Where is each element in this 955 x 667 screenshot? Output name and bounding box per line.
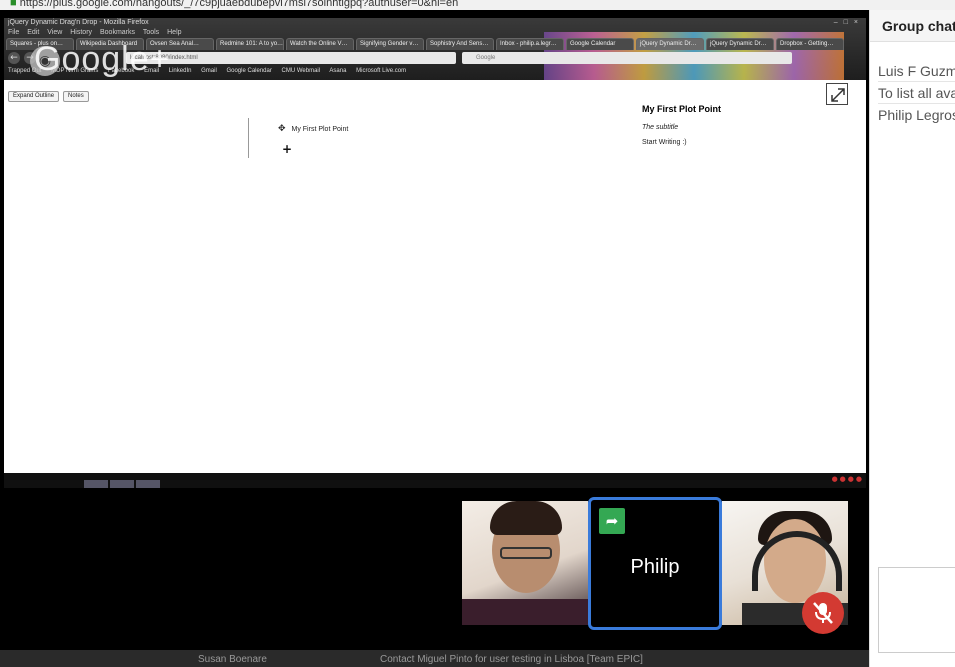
expand-icon <box>831 88 845 102</box>
taskbar-thumbnail <box>84 480 108 488</box>
participant-shirt <box>462 599 588 625</box>
host-url-text: https://plus.google.com/hangouts/_/7c9pj… <box>19 0 459 9</box>
shared-tab: Sophistry And Sens… <box>426 38 494 50</box>
menu-bookmarks: Bookmarks <box>99 29 135 36</box>
shared-window-title-text: jQuery Dynamic Drag'n Drop - Mozilla Fir… <box>8 19 149 26</box>
shared-tab: Watch the Online V… <box>286 38 354 50</box>
shared-tab: Google Calendar <box>566 38 634 50</box>
menu-history: History <box>70 29 93 36</box>
shared-tab: jQuery Dynamic Dr… <box>706 38 774 50</box>
expand-outline-button: Expand Outline <box>8 91 60 102</box>
shared-menu-bar: File Edit View History Bookmarks Tools H… <box>8 29 188 38</box>
plot-point-detail: My First Plot Point The subtitle Start W… <box>642 104 842 146</box>
bookmark-item: LinkedIn <box>168 68 192 74</box>
shared-tab: Dropbox - Getting… <box>776 38 844 50</box>
menu-view: View <box>47 29 63 36</box>
chat-message-list: Luis F Guzman To list all available Phil… <box>878 60 955 126</box>
participant-name: Philip <box>630 556 680 578</box>
add-plot-point-icon: + <box>282 142 293 156</box>
shared-tab-active: jQuery Dynamic Dr… <box>636 38 704 50</box>
detail-title: My First Plot Point <box>642 104 722 114</box>
host-bottom-name: Susan Boenare <box>198 654 267 665</box>
chat-message: Luis F Guzman <box>878 60 955 82</box>
bookmark-item: Google Calendar <box>226 68 272 74</box>
window-controls-icon: –□× <box>833 19 864 26</box>
notes-button: Notes <box>63 91 89 102</box>
participant-glasses <box>500 547 552 559</box>
shared-tab: Redmine 101: A to yo… <box>216 38 284 50</box>
mic-muted-badge <box>802 592 844 634</box>
plot-point-item: ✥ My First Plot Point <box>278 124 348 134</box>
shared-tab: Signifying Gender v… <box>356 38 424 50</box>
shared-search-field: Google <box>462 52 792 64</box>
group-chat-panel: Group chat Luis F Guzman To list all ava… <box>869 10 955 667</box>
plot-point-label: My First Plot Point <box>291 126 349 133</box>
google-plus-watermark: Google+ <box>34 40 171 78</box>
participant-hair <box>490 501 562 535</box>
shared-screen: jQuery Dynamic Drag'n Drop - Mozilla Fir… <box>4 18 866 488</box>
fullscreen-button[interactable] <box>826 83 848 105</box>
back-arrow-icon: ← <box>8 52 20 64</box>
hangout-screen: ■ https://plus.google.com/hangouts/_/7c9… <box>0 0 955 667</box>
chat-message: To list all available <box>878 82 955 104</box>
shared-url-field: localhost:8080/index.html <box>126 52 456 64</box>
menu-tools: Tools <box>142 29 160 36</box>
chat-message: Philip Legros <box>878 107 955 123</box>
chat-header: Group chat <box>870 10 955 42</box>
bookmark-item: Microsoft Live.com <box>356 68 407 74</box>
system-tray-icons: ●●●● <box>831 475 864 483</box>
mic-off-icon <box>813 602 833 624</box>
bookmark-item: CMU Webmail <box>281 68 321 74</box>
menu-edit: Edit <box>27 29 40 36</box>
taskbar-thumbnails <box>84 480 160 488</box>
host-bottom-subject: Contact Miguel Pinto for user testing in… <box>380 654 643 665</box>
shared-browser-chrome: jQuery Dynamic Drag'n Drop - Mozilla Fir… <box>4 18 866 80</box>
participant-video-tile[interactable] <box>462 501 588 625</box>
menu-help: Help <box>167 29 182 36</box>
host-address-bar[interactable]: ■ https://plus.google.com/hangouts/_/7c9… <box>0 0 955 10</box>
menu-file: File <box>8 29 20 36</box>
drag-handle-icon: ✥ <box>278 124 286 134</box>
detail-subtitle: The subtitle <box>642 124 679 131</box>
chat-input[interactable] <box>878 567 955 653</box>
shared-window-title: jQuery Dynamic Drag'n Drop - Mozilla Fir… <box>8 19 866 28</box>
shared-taskbar: ●●●● <box>4 473 866 488</box>
taskbar-thumbnail <box>110 480 134 488</box>
bookmark-item: Gmail <box>201 68 217 74</box>
lock-icon: ■ <box>10 0 17 9</box>
host-background-strip: Susan Boenare Contact Miguel Pinto for u… <box>0 650 869 667</box>
bookmark-item: Asana <box>329 68 347 74</box>
screenshare-icon: ➦ <box>599 508 625 534</box>
shared-tab: Inbox - philip.a.legr… <box>496 38 564 50</box>
page-toolbar: Expand Outline Notes <box>8 91 89 102</box>
detail-body: Start Writing :) <box>642 139 687 146</box>
participant-tile-active[interactable]: ➦ Philip <box>588 497 722 630</box>
taskbar-thumbnail <box>136 480 160 488</box>
outline-divider <box>248 118 249 158</box>
